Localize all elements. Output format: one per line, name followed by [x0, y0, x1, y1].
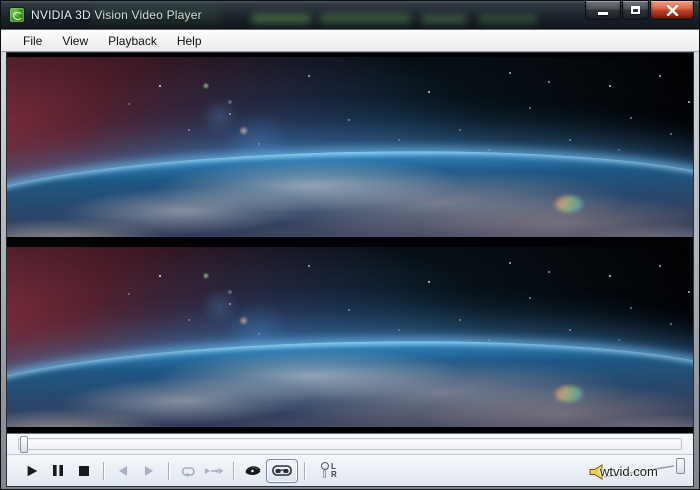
seek-thumb[interactable]: [20, 436, 28, 454]
maximize-icon: [631, 6, 640, 14]
menu-help[interactable]: Help: [168, 32, 211, 50]
lr-slider-knob[interactable]: [321, 462, 329, 471]
window-title: NVIDIA 3D Vision Video Player: [31, 8, 202, 22]
loop-icon: [181, 466, 195, 477]
close-icon: [666, 4, 678, 16]
control-bar: L R wtvid.com: [7, 454, 693, 486]
blurred-watermark-blob: [479, 15, 537, 23]
previous-button[interactable]: [110, 459, 136, 483]
stop-icon: [79, 465, 89, 476]
next-icon: [145, 465, 153, 476]
pause-icon: [53, 465, 63, 477]
minimize-icon: [598, 11, 608, 15]
pause-button[interactable]: [45, 459, 71, 483]
skip-button[interactable]: [201, 459, 227, 483]
video-frame-bottom: [7, 247, 693, 427]
anaglyph-view-button[interactable]: [240, 459, 266, 483]
menu-view[interactable]: View: [53, 32, 97, 50]
volume-thumb[interactable]: [676, 458, 685, 474]
eye-icon: [245, 466, 261, 476]
blurred-watermark-blob: [421, 15, 467, 23]
divider: [304, 461, 305, 480]
menu-playback[interactable]: Playback: [99, 32, 166, 50]
label-right-eye: R: [331, 469, 337, 479]
titlebar[interactable]: NVIDIA 3D Vision Video Player: [1, 1, 699, 30]
close-button[interactable]: [650, 1, 694, 20]
3d-glasses-icon: [272, 465, 292, 476]
minimize-button[interactable]: [585, 1, 621, 20]
lens-flare-rainbow: [555, 195, 584, 212]
blurred-watermark-blob: [251, 14, 311, 23]
divider: [103, 461, 104, 480]
loop-button[interactable]: [175, 459, 201, 483]
stop-button[interactable]: [71, 459, 97, 483]
stars: [7, 247, 9, 249]
window-frame: L R wtvid.com: [1, 52, 699, 489]
skip-icon: [205, 467, 224, 474]
divider: [168, 461, 169, 480]
lr-swap-toggle[interactable]: L R: [321, 462, 337, 479]
stars: [7, 57, 9, 59]
blurred-watermark-blob: [319, 14, 411, 23]
seek-row: [7, 433, 693, 455]
previous-icon: [119, 465, 127, 476]
lr-slider[interactable]: [321, 462, 329, 479]
volume-control[interactable]: wtvid.com: [589, 457, 685, 483]
divider: [233, 461, 234, 480]
window-controls: [585, 1, 694, 20]
maximize-button[interactable]: [622, 1, 649, 20]
video-area[interactable]: [7, 53, 693, 434]
play-icon: [27, 465, 38, 476]
nvidia-app-icon: [9, 7, 25, 23]
play-button[interactable]: [19, 459, 45, 483]
menu-bar: File View Playback Help: [1, 30, 699, 52]
lens-flare-rainbow: [555, 385, 584, 402]
lr-slider-track: [323, 470, 326, 479]
watermark-text: wtvid.com: [600, 464, 658, 479]
menu-file[interactable]: File: [14, 32, 51, 50]
lr-labels: L R: [331, 463, 337, 478]
app-window: NVIDIA 3D Vision Video Player File View …: [0, 0, 700, 490]
3d-glasses-view-button[interactable]: [266, 458, 298, 483]
video-frame-top: [7, 57, 693, 237]
seek-bar[interactable]: [18, 436, 682, 454]
next-button[interactable]: [136, 459, 162, 483]
